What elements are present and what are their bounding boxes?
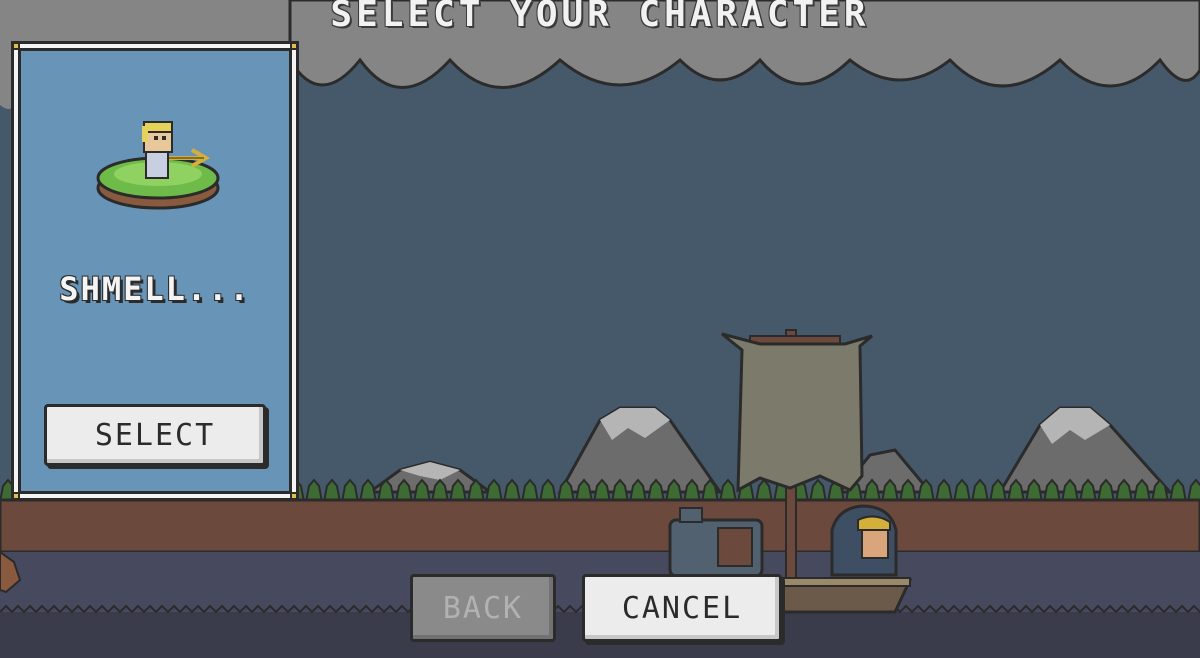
card-corner-top-right (290, 42, 298, 50)
screen-title: SELECT YOUR CHARACTER (330, 0, 870, 35)
card-corner-bottom-right (290, 492, 298, 500)
back-button[interactable]: BACK (410, 574, 556, 642)
character-card[interactable]: SHMELL... SELECT (11, 41, 299, 501)
card-corner-top-left (12, 42, 20, 50)
character-name: SHMELL... (59, 270, 251, 308)
card-corner-bottom-left (12, 492, 20, 500)
select-character-button[interactable]: SELECT (44, 404, 266, 466)
cancel-button[interactable]: CANCEL (582, 574, 782, 642)
character-portrait-icon (96, 121, 220, 210)
